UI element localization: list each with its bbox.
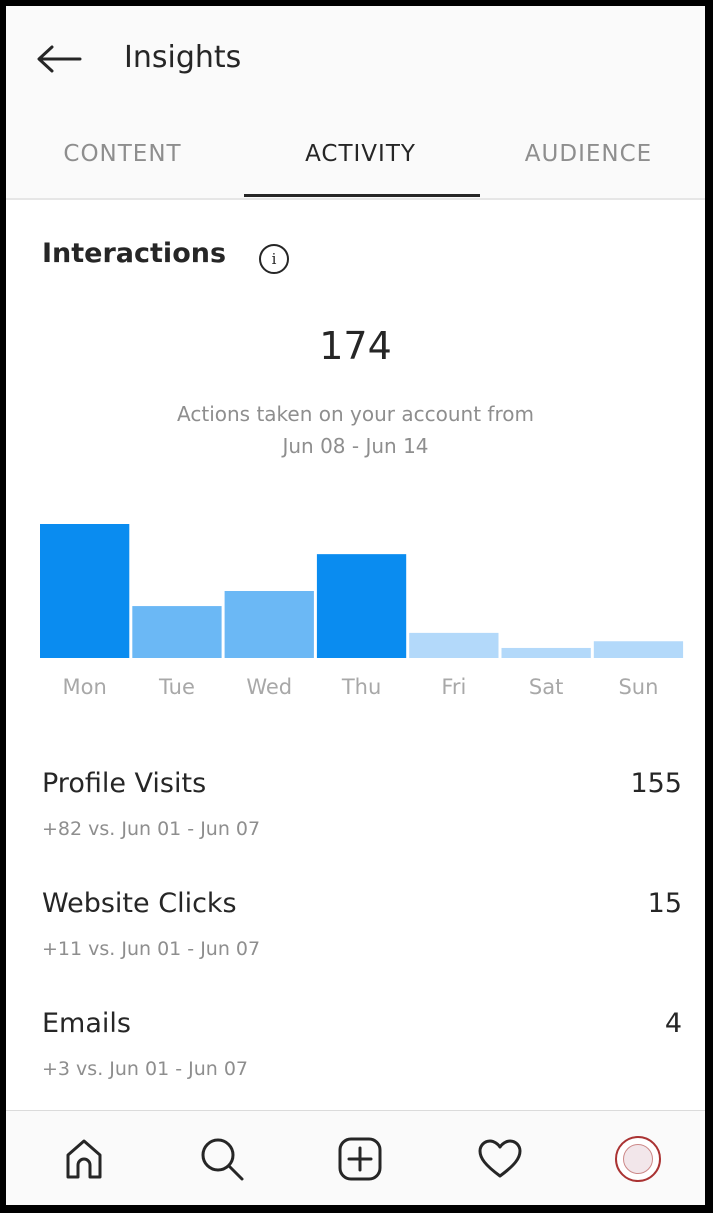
tab-audience[interactable]: AUDIENCE xyxy=(472,110,705,198)
day-label-sat: Sat xyxy=(529,675,563,699)
stat-comparison: +3 vs. Jun 01 - Jun 07 xyxy=(42,1058,249,1080)
home-icon[interactable] xyxy=(56,1131,112,1187)
stat-profile-visits[interactable]: Profile Visits 155 +82 vs. Jun 01 - Jun … xyxy=(42,768,682,868)
chart-svg: Mon Tue Wed Thu Fri Sat Sun xyxy=(40,524,684,699)
interactions-bar-chart: Mon Tue Wed Thu Fri Sat Sun xyxy=(6,486,705,716)
back-arrow-icon[interactable] xyxy=(36,44,82,74)
info-icon[interactable]: i xyxy=(259,244,289,274)
interactions-total: 174 xyxy=(319,324,392,368)
search-icon-graphic xyxy=(201,1138,244,1181)
profile-avatar[interactable] xyxy=(610,1131,666,1187)
activity-heart-icon[interactable] xyxy=(472,1131,528,1187)
day-label-fri: Fri xyxy=(441,675,466,699)
day-label-wed: Wed xyxy=(246,675,292,699)
insights-tabs: CONTENT ACTIVITY AUDIENCE xyxy=(6,110,705,200)
stat-value: 155 xyxy=(630,768,682,799)
page-title: Insights xyxy=(124,40,242,75)
subtitle-line-1: Actions taken on your account from xyxy=(177,402,534,426)
tab-content[interactable]: CONTENT xyxy=(6,110,239,198)
stat-emails[interactable]: Emails 4 +3 vs. Jun 01 - Jun 07 xyxy=(42,1008,682,1108)
avatar xyxy=(615,1136,661,1182)
info-icon-glyph: i xyxy=(271,250,277,268)
interactions-subtitle: Actions taken on your account from Jun 0… xyxy=(6,398,705,462)
home-icon-graphic xyxy=(66,1139,102,1179)
stat-value: 4 xyxy=(664,1008,682,1039)
day-label-tue: Tue xyxy=(158,675,195,699)
stat-comparison: +82 vs. Jun 01 - Jun 07 xyxy=(42,818,261,840)
heart-icon-graphic xyxy=(478,1139,522,1178)
stat-label: Emails xyxy=(42,1008,131,1039)
new-post-icon-graphic xyxy=(338,1137,382,1181)
bar-wed[interactable] xyxy=(224,591,314,658)
app-screen: Insights CONTENT ACTIVITY AUDIENCE Inter… xyxy=(6,6,705,1205)
day-label-mon: Mon xyxy=(63,675,107,699)
subtitle-line-2: Jun 08 - Jun 14 xyxy=(282,434,429,458)
active-tab-indicator xyxy=(244,194,480,197)
bar-sat[interactable] xyxy=(501,647,591,658)
search-icon[interactable] xyxy=(194,1131,250,1187)
avatar-image xyxy=(623,1144,653,1174)
bar-thu[interactable] xyxy=(316,554,407,658)
stat-label: Website Clicks xyxy=(42,888,237,919)
day-label-sun: Sun xyxy=(618,675,658,699)
interactions-heading: Interactions xyxy=(42,238,227,269)
stat-value: 15 xyxy=(647,888,682,919)
bar-sun[interactable] xyxy=(593,641,684,658)
stat-comparison: +11 vs. Jun 01 - Jun 07 xyxy=(42,938,261,960)
stat-website-clicks[interactable]: Website Clicks 15 +11 vs. Jun 01 - Jun 0… xyxy=(42,888,682,988)
bar-tue[interactable] xyxy=(132,606,222,658)
new-post-icon[interactable] xyxy=(332,1131,388,1187)
day-label-thu: Thu xyxy=(341,675,381,699)
bottom-navigation xyxy=(6,1110,705,1205)
bar-mon[interactable] xyxy=(40,524,130,658)
stat-label: Profile Visits xyxy=(42,768,207,799)
bar-fri[interactable] xyxy=(409,632,499,658)
tab-activity[interactable]: ACTIVITY xyxy=(244,110,477,198)
top-bar: Insights xyxy=(6,6,705,111)
